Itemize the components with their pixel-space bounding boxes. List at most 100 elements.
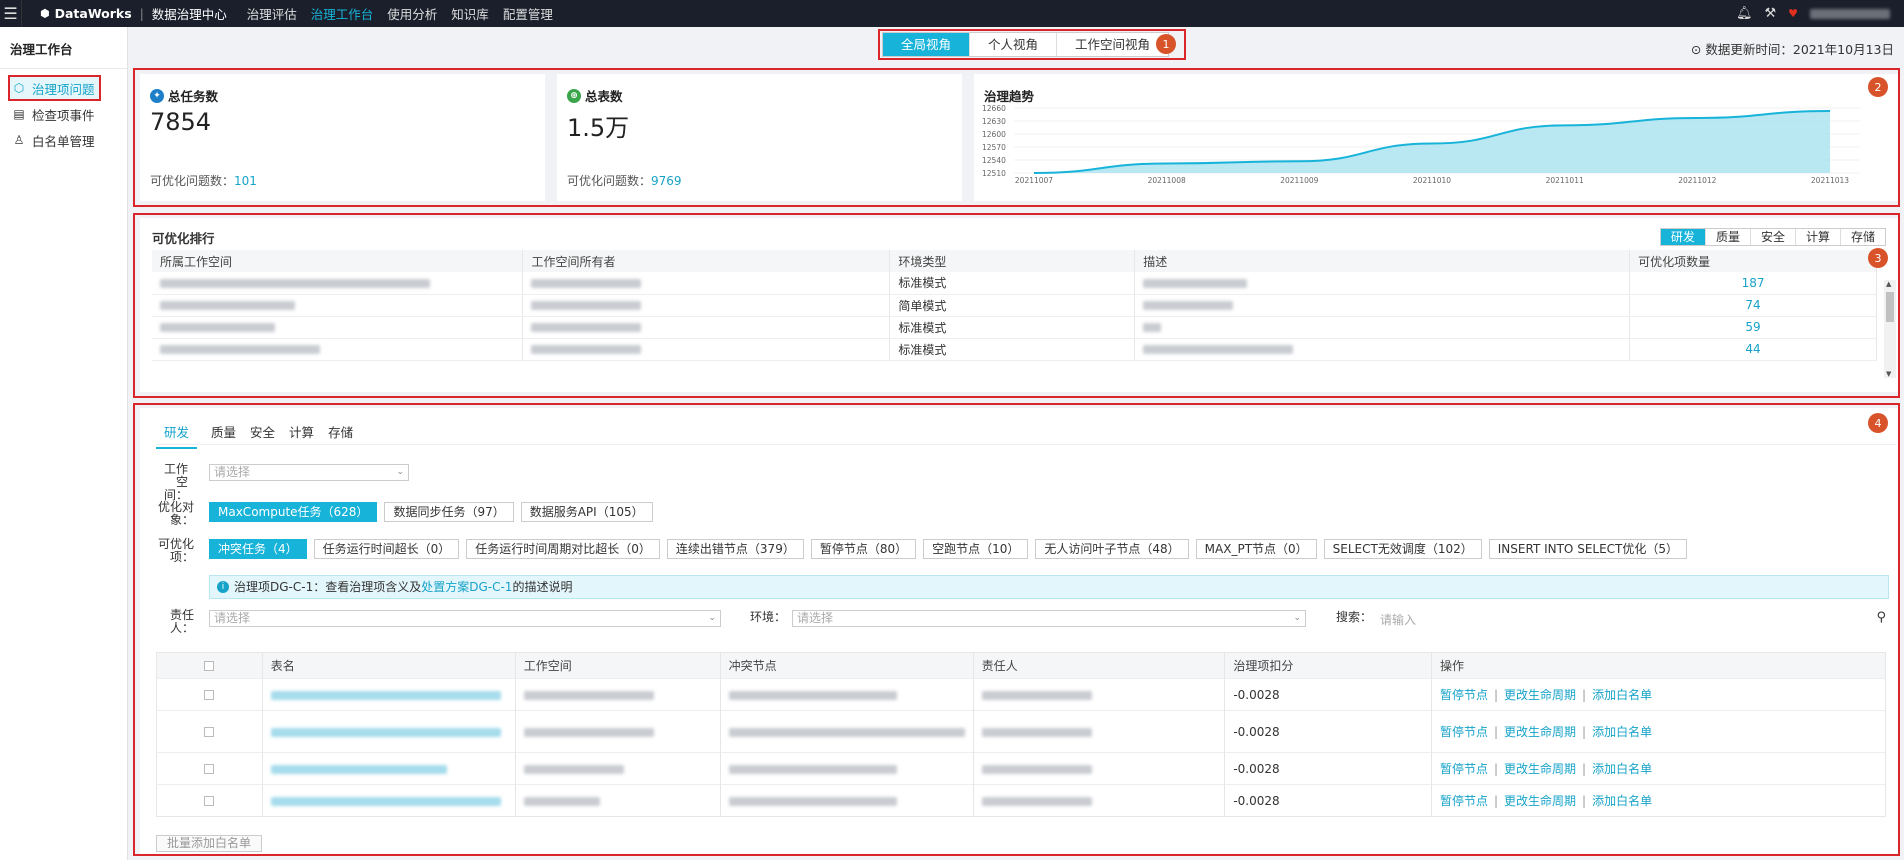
ranking-tab-compute[interactable]: 计算: [1796, 229, 1841, 245]
select-all-checkbox[interactable]: [204, 661, 215, 671]
add-whitelist-link[interactable]: 添加白名单: [1592, 794, 1652, 808]
sidebar-item-whitelist[interactable]: ♙ 白名单管理: [0, 127, 127, 153]
nav-item-config[interactable]: 配置管理: [503, 4, 553, 23]
sidebar-item-governance-issues[interactable]: ⬡ 治理项问题: [8, 75, 101, 101]
tables-optimizable-link[interactable]: 9769: [651, 174, 682, 188]
y-tick-label: 12600: [982, 130, 1006, 139]
ranking-tab-quality[interactable]: 质量: [1706, 229, 1751, 245]
env-select[interactable]: 请选择 ⌄: [792, 610, 1306, 627]
user-account[interactable]: [1810, 8, 1890, 19]
table-row[interactable]: -0.0028 暂停节点 | 更改生命周期 | 添加白名单: [156, 710, 1887, 753]
nav-item-knowledge[interactable]: 知识库: [451, 4, 489, 23]
batch-whitelist-button[interactable]: 批量添加白名单: [156, 835, 263, 852]
search-icon[interactable]: ⚲: [1876, 610, 1886, 625]
ranking-tab-dev[interactable]: 研发: [1660, 229, 1706, 245]
change-lifecycle-link[interactable]: 更改生命周期: [1504, 725, 1576, 739]
redacted-text: [160, 278, 430, 288]
chip-dry-run-node[interactable]: 空跑节点（10）: [923, 539, 1029, 559]
bell-icon[interactable]: 🔔︎: [1736, 6, 1753, 21]
tools-icon[interactable]: ⚒︎: [1764, 6, 1776, 21]
table-row[interactable]: 标准模式 44: [152, 338, 1877, 361]
tasks-optimizable-link[interactable]: 101: [234, 174, 257, 188]
pause-node-link[interactable]: 暂停节点: [1440, 794, 1488, 808]
table-name-link[interactable]: [270, 727, 501, 737]
tab-personal-view[interactable]: 个人视角: [970, 33, 1058, 56]
table-name-link[interactable]: [270, 764, 447, 774]
table-row[interactable]: -0.0028 暂停节点 | 更改生命周期 | 添加白名单: [156, 678, 1887, 711]
ranking-tab-storage[interactable]: 存储: [1841, 229, 1885, 245]
count-link[interactable]: 44: [1629, 338, 1877, 361]
ranking-table-header: 所属工作空间 工作空间所有者 环境类型 描述 可优化项数量: [152, 250, 1877, 272]
count-link[interactable]: 187: [1629, 272, 1877, 295]
chip-unvisited-leaf[interactable]: 无人访问叶子节点（48）: [1035, 539, 1189, 559]
workspace-select[interactable]: 请选择 ⌄: [209, 464, 409, 481]
nav-item-assessment[interactable]: 治理评估: [247, 4, 297, 23]
env-cell: 简单模式: [889, 294, 1136, 317]
count-link[interactable]: 59: [1629, 316, 1877, 339]
redacted-text: [728, 764, 897, 774]
change-lifecycle-link[interactable]: 更改生命周期: [1504, 794, 1576, 808]
governance-icon: ⬡: [13, 81, 25, 95]
chip-sync-task[interactable]: 数据同步任务（97）: [384, 502, 514, 522]
chevron-down-icon: ⌄: [708, 613, 716, 623]
clock-icon: ⊙: [1690, 42, 1702, 57]
check-event-icon: ▤: [13, 107, 25, 121]
redacted-text: [728, 796, 897, 806]
menu-icon[interactable]: ☰: [0, 0, 22, 27]
chip-max-pt[interactable]: MAX_PT节点（0）: [1195, 539, 1317, 559]
redacted-text: [523, 690, 654, 700]
chip-data-api[interactable]: 数据服务API（105）: [520, 502, 653, 522]
ranking-tab-security[interactable]: 安全: [1751, 229, 1796, 245]
chip-maxcompute[interactable]: MaxCompute任务（628）: [209, 502, 378, 522]
chevron-down-icon: ⌄: [1293, 613, 1301, 623]
row-checkbox[interactable]: [204, 764, 215, 774]
table-row[interactable]: -0.0028 暂停节点 | 更改生命周期 | 添加白名单: [156, 784, 1887, 817]
nav-item-analysis[interactable]: 使用分析: [387, 4, 437, 23]
object-label: 优化对象：: [158, 500, 195, 527]
chip-paused-node[interactable]: 暂停节点（80）: [810, 539, 917, 559]
table-row[interactable]: 简单模式 74: [152, 294, 1877, 317]
tab-global-view[interactable]: 全局视角: [883, 33, 971, 56]
search-input[interactable]: 请输入: [1380, 611, 1416, 628]
count-link[interactable]: 74: [1629, 294, 1877, 317]
row-checkbox[interactable]: [204, 796, 215, 806]
change-lifecycle-link[interactable]: 更改生命周期: [1504, 762, 1576, 776]
ranking-scrollbar[interactable]: ▲ ▼: [1884, 280, 1896, 378]
add-whitelist-link[interactable]: 添加白名单: [1592, 725, 1652, 739]
redacted-text: [523, 727, 654, 737]
row-checkbox[interactable]: [204, 727, 215, 737]
nav-item-workbench[interactable]: 治理工作台: [311, 4, 374, 23]
sidebar-item-check-events[interactable]: ▤ 检查项事件: [0, 101, 127, 127]
chip-long-runtime[interactable]: 任务运行时间超长（0）: [313, 539, 460, 559]
chip-insert-into-select[interactable]: INSERT INTO SELECT优化（5）: [1488, 539, 1688, 559]
add-whitelist-link[interactable]: 添加白名单: [1592, 688, 1652, 702]
chip-conflict-task[interactable]: 冲突任务（4）: [209, 539, 307, 559]
table-name-link[interactable]: [270, 690, 501, 700]
table-row[interactable]: 标准模式 187: [152, 272, 1877, 295]
total-tasks-card: ✦ 总任务数 7854 可优化问题数：101: [140, 74, 545, 201]
y-tick-label: 12630: [982, 117, 1006, 126]
update-time: ⊙ 数据更新时间：2021年10月13日: [1690, 42, 1894, 57]
chip-select-invalid[interactable]: SELECT无效调度（102）: [1323, 539, 1482, 559]
change-lifecycle-link[interactable]: 更改生命周期: [1504, 688, 1576, 702]
chip-period-long-runtime[interactable]: 任务运行时间周期对比超长（0）: [466, 539, 660, 559]
col-workspace: 所属工作空间: [152, 250, 524, 272]
owner-select[interactable]: 请选择 ⌄: [209, 610, 721, 627]
pause-node-link[interactable]: 暂停节点: [1440, 688, 1488, 702]
scroll-up-icon[interactable]: ▲: [1886, 280, 1891, 288]
chip-continuous-error[interactable]: 连续出错节点（379）: [666, 539, 804, 559]
app-name: 数据治理中心: [151, 7, 227, 22]
tab-workspace-view[interactable]: 工作空间视角: [1057, 33, 1168, 56]
row-checkbox[interactable]: [204, 690, 215, 700]
table-name-link[interactable]: [270, 796, 501, 806]
scroll-down-icon[interactable]: ▼: [1886, 370, 1891, 378]
tasks-optimizable: 可优化问题数：101: [150, 174, 257, 188]
scroll-thumb[interactable]: [1886, 292, 1894, 322]
solution-link[interactable]: 处置方案DG-C-1: [421, 580, 512, 594]
add-whitelist-link[interactable]: 添加白名单: [1592, 762, 1652, 776]
pause-node-link[interactable]: 暂停节点: [1440, 725, 1488, 739]
dataworks-logo[interactable]: ⬢ DataWorks: [40, 6, 132, 21]
table-row[interactable]: -0.0028 暂停节点 | 更改生命周期 | 添加白名单: [156, 752, 1887, 785]
pause-node-link[interactable]: 暂停节点: [1440, 762, 1488, 776]
table-row[interactable]: 标准模式 59: [152, 316, 1877, 339]
